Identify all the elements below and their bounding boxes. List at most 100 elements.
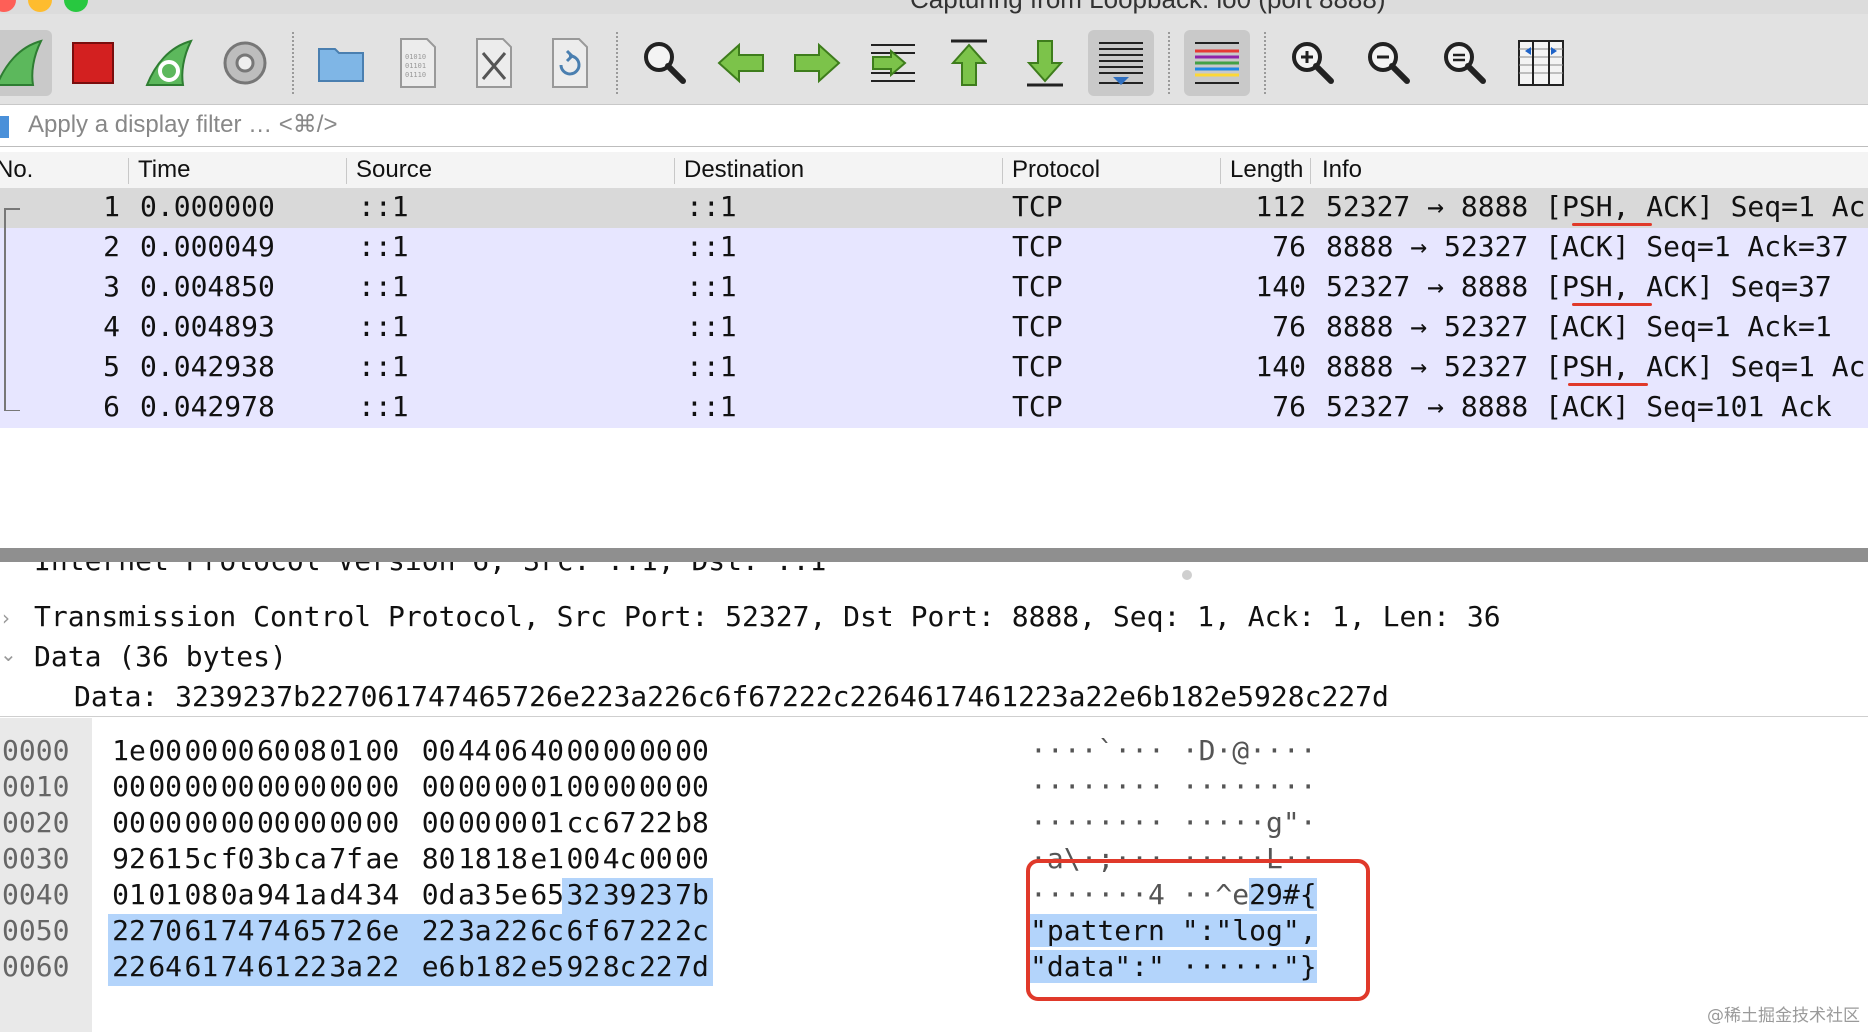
- hex-byte[interactable]: 00: [110, 770, 148, 803]
- ascii-dump[interactable]: ········ ········: [1030, 770, 1317, 803]
- hex-byte[interactable]: 44: [456, 734, 494, 767]
- hex-byte[interactable]: ae: [363, 842, 401, 875]
- hex-byte[interactable]: 18: [492, 842, 530, 875]
- hex-byte[interactable]: 92: [564, 950, 602, 983]
- detail-ip-line[interactable]: Internet Protocol Version 6, Src: ::1, D…: [34, 562, 826, 577]
- hex-byte[interactable]: 5e: [492, 878, 530, 911]
- colorize-button[interactable]: [1184, 30, 1250, 96]
- hex-byte[interactable]: 22: [110, 950, 148, 983]
- hex-byte[interactable]: 22: [637, 914, 675, 947]
- packet-row[interactable]: 2 0.000049::1::1 TCP 76 8888 → 52327 [ACK] S…: [0, 228, 1868, 268]
- hex-byte[interactable]: b1: [456, 950, 494, 983]
- hex-byte[interactable]: 22: [492, 914, 530, 947]
- hex-byte[interactable]: 32: [564, 878, 602, 911]
- hex-byte[interactable]: 00: [601, 734, 639, 767]
- hex-byte[interactable]: 1e: [110, 734, 148, 767]
- auto-scroll-button[interactable]: [1088, 30, 1154, 96]
- hex-byte[interactable]: 6e: [363, 914, 401, 947]
- hex-byte[interactable]: 00: [291, 806, 329, 839]
- hex-byte[interactable]: 22: [291, 950, 329, 983]
- hex-byte[interactable]: 22: [637, 806, 675, 839]
- hex-byte[interactable]: 61: [146, 842, 184, 875]
- hex-byte[interactable]: 70: [146, 914, 184, 947]
- reload-file-button[interactable]: [536, 30, 602, 96]
- hex-byte[interactable]: 00: [420, 770, 458, 803]
- column-divider[interactable]: [346, 158, 347, 184]
- save-file-button[interactable]: 01010 01101 01110: [384, 30, 450, 96]
- ascii-dump[interactable]: ········ ·····g"·: [1030, 806, 1317, 839]
- resize-columns-button[interactable]: [1508, 30, 1574, 96]
- zoom-in-button[interactable]: [1280, 30, 1346, 96]
- hex-byte[interactable]: 00: [492, 770, 530, 803]
- zoom-out-button[interactable]: [1356, 30, 1422, 96]
- hex-byte[interactable]: 00: [219, 806, 257, 839]
- first-packet-button[interactable]: [936, 30, 1002, 96]
- splitter-handle[interactable]: [1182, 570, 1192, 580]
- hex-byte[interactable]: 08: [291, 734, 329, 767]
- hex-byte[interactable]: 67: [601, 806, 639, 839]
- column-header-destination[interactable]: Destination: [684, 156, 804, 184]
- hex-byte[interactable]: 00: [673, 842, 711, 875]
- go-to-packet-button[interactable]: [860, 30, 926, 96]
- hex-byte[interactable]: 00: [637, 734, 675, 767]
- hex-byte[interactable]: 40: [528, 734, 566, 767]
- hex-byte[interactable]: 67: [601, 914, 639, 947]
- open-file-button[interactable]: [308, 30, 374, 96]
- hex-byte[interactable]: 00: [456, 806, 494, 839]
- hex-byte[interactable]: 00: [492, 806, 530, 839]
- hex-byte[interactable]: 00: [637, 842, 675, 875]
- hex-byte[interactable]: 1a: [291, 878, 329, 911]
- packet-row[interactable]: 1 0.000000::1::1 TCP 112 52327 → 8888 [PSH, …: [0, 188, 1868, 228]
- hex-byte[interactable]: 3a: [456, 914, 494, 947]
- close-window-button[interactable]: [0, 0, 16, 12]
- hex-byte[interactable]: 61: [182, 950, 220, 983]
- hex-byte[interactable]: 74: [219, 914, 257, 947]
- hex-byte[interactable]: 00: [255, 806, 293, 839]
- detail-data-line[interactable]: Data (36 bytes): [34, 640, 287, 673]
- hex-byte[interactable]: 7f: [327, 842, 365, 875]
- last-packet-button[interactable]: [1012, 30, 1078, 96]
- hex-byte[interactable]: 08: [182, 878, 220, 911]
- hex-byte[interactable]: 34: [363, 878, 401, 911]
- normal-size-button[interactable]: [1432, 30, 1498, 96]
- column-header-time[interactable]: Time: [138, 156, 190, 184]
- collapse-data-icon[interactable]: ⌄: [0, 642, 17, 666]
- hex-byte[interactable]: 00: [456, 770, 494, 803]
- hex-byte[interactable]: d4: [327, 878, 365, 911]
- hex-byte[interactable]: 6c: [528, 914, 566, 947]
- start-capture-button[interactable]: [0, 30, 52, 96]
- hex-byte[interactable]: 18: [456, 842, 494, 875]
- minimize-window-button[interactable]: [28, 0, 52, 12]
- hex-byte[interactable]: 01: [110, 878, 148, 911]
- hex-byte[interactable]: 3a: [327, 950, 365, 983]
- hex-byte[interactable]: 01: [528, 806, 566, 839]
- hex-byte[interactable]: 65: [291, 914, 329, 947]
- hex-byte[interactable]: 00: [673, 770, 711, 803]
- hex-byte[interactable]: 5c: [182, 842, 220, 875]
- restart-capture-button[interactable]: [136, 30, 202, 96]
- packet-row[interactable]: 4 0.004893::1::1 TCP 76 8888 → 52327 [ACK] S…: [0, 308, 1868, 348]
- detail-tcp-line[interactable]: Transmission Control Protocol, Src Port:…: [34, 600, 1501, 633]
- hex-byte[interactable]: 74: [219, 950, 257, 983]
- hex-byte[interactable]: 00: [219, 770, 257, 803]
- hex-byte[interactable]: 00: [564, 842, 602, 875]
- column-header-length[interactable]: Length: [1230, 156, 1306, 184]
- hex-byte[interactable]: 74: [255, 914, 293, 947]
- hex-byte[interactable]: 39: [601, 878, 639, 911]
- hex-byte[interactable]: 64: [146, 950, 184, 983]
- expand-tcp-icon[interactable]: ›: [2, 606, 10, 630]
- hex-byte[interactable]: b8: [673, 806, 711, 839]
- hex-byte[interactable]: 61: [255, 950, 293, 983]
- hex-byte[interactable]: 00: [219, 734, 257, 767]
- hex-byte[interactable]: 61: [182, 914, 220, 947]
- hex-byte[interactable]: 6f: [564, 914, 602, 947]
- ascii-dump[interactable]: ····`··· ·D·@····: [1030, 734, 1317, 767]
- column-header-no[interactable]: No.: [0, 156, 33, 184]
- hex-byte[interactable]: e6: [420, 950, 458, 983]
- column-divider[interactable]: [1002, 158, 1003, 184]
- detail-data-value[interactable]: Data: 3239237b227061747465726e223a226c6f…: [74, 680, 1389, 713]
- hex-byte[interactable]: 01: [528, 770, 566, 803]
- hex-byte[interactable]: 00: [564, 770, 602, 803]
- hex-byte[interactable]: 01: [327, 734, 365, 767]
- hex-byte[interactable]: cc: [564, 806, 602, 839]
